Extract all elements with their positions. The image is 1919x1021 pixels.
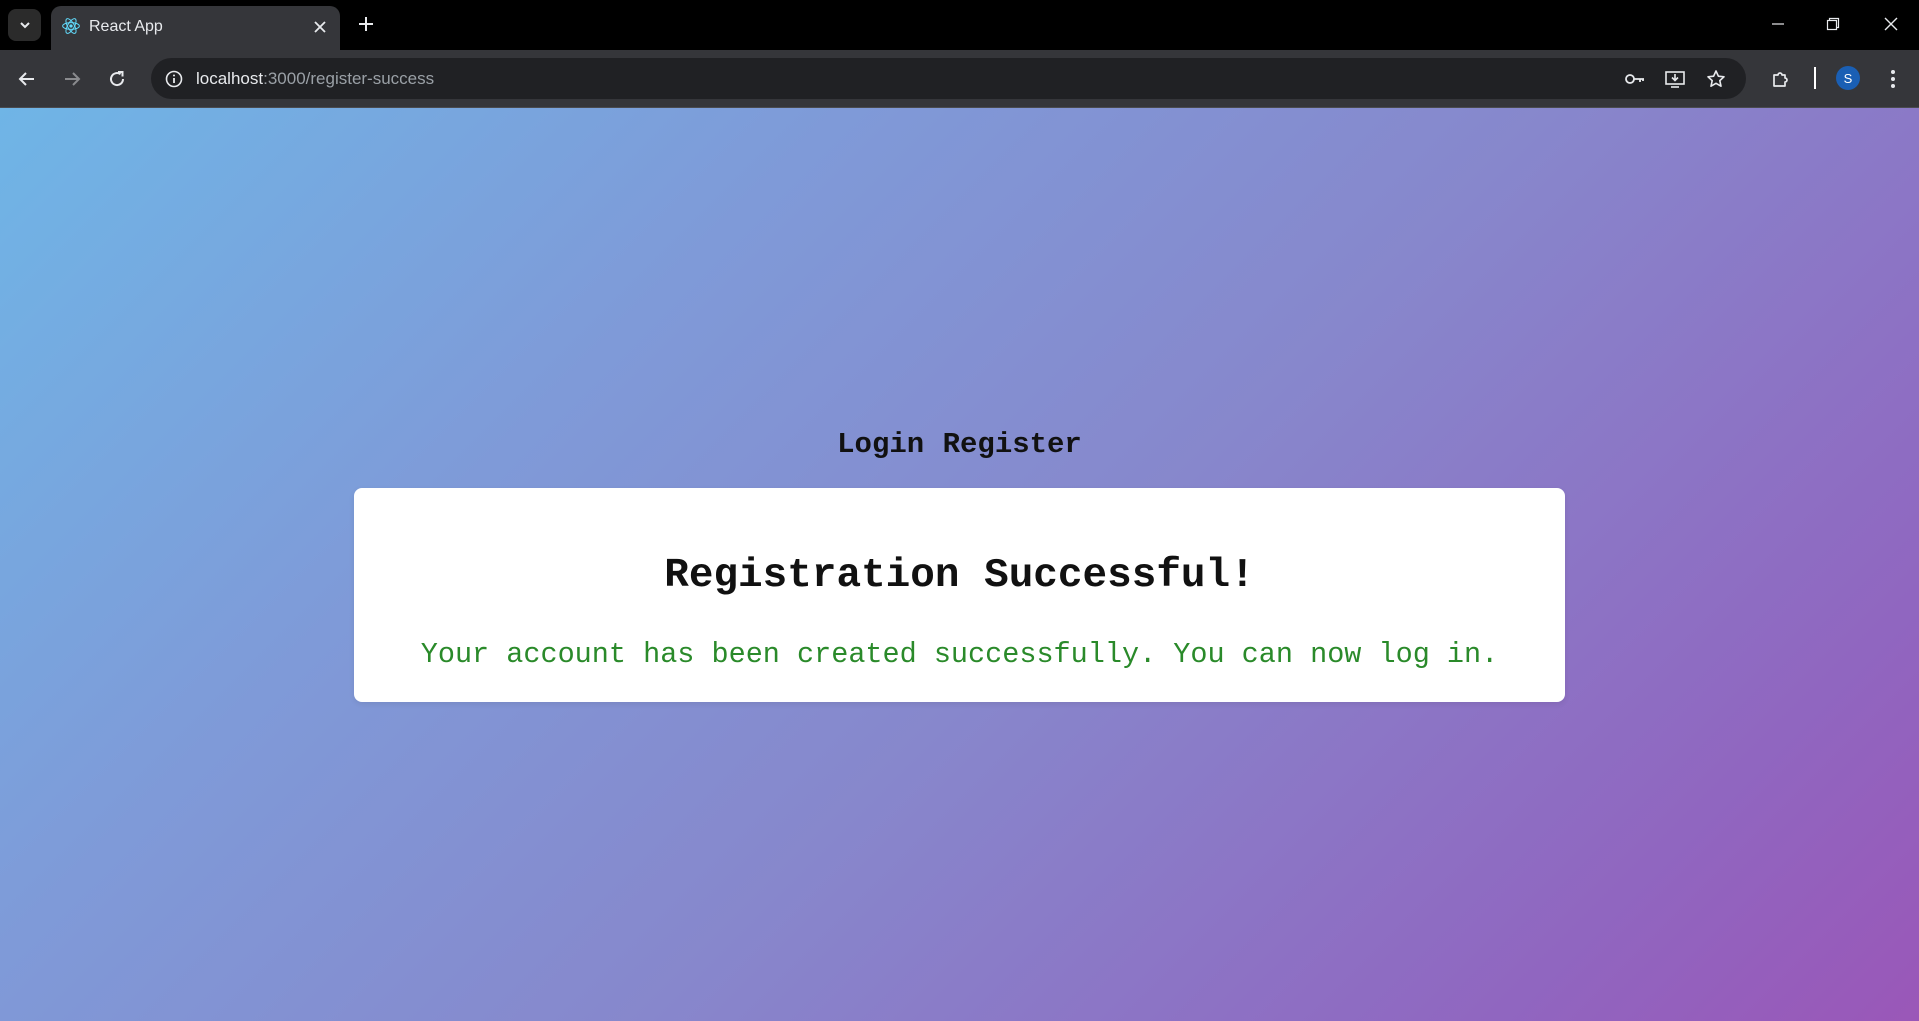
more-vertical-icon [1891, 70, 1895, 88]
forward-button[interactable] [56, 63, 88, 95]
browser-tab-strip: React App [0, 0, 1919, 50]
tab-search-button[interactable] [8, 9, 41, 41]
puzzle-icon [1773, 72, 1788, 87]
success-message: Your account has been created successful… [420, 638, 1499, 671]
browser-toolbar: localhost:3000/register-success [0, 50, 1919, 108]
chrome-menu-button[interactable] [1877, 63, 1909, 95]
react-logo-icon [62, 18, 80, 34]
close-icon [1884, 17, 1898, 31]
success-card: Registration Successful! Your account ha… [354, 488, 1565, 702]
arrow-left-icon [18, 72, 34, 86]
new-tab-button[interactable] [352, 10, 380, 38]
url-text: localhost:3000/register-success [196, 69, 434, 89]
bookmark-button[interactable] [1704, 67, 1728, 91]
plus-icon [359, 17, 373, 31]
chevron-down-icon [19, 22, 30, 29]
success-heading: Registration Successful! [664, 553, 1255, 599]
reload-icon [110, 71, 125, 87]
close-window-button[interactable] [1863, 0, 1919, 48]
site-info-button[interactable] [161, 66, 187, 92]
restore-button[interactable] [1805, 0, 1861, 48]
tab-react-app[interactable]: React App [51, 6, 340, 50]
install-app-button[interactable] [1663, 67, 1687, 91]
star-icon [1707, 70, 1725, 87]
tab-title: React App [89, 18, 163, 35]
minimize-icon [1772, 23, 1784, 25]
toolbar-divider [1814, 67, 1816, 89]
extensions-button[interactable] [1765, 63, 1797, 95]
register-link[interactable]: Register [943, 428, 1082, 461]
login-link[interactable]: Login [837, 428, 924, 461]
restore-icon [1826, 17, 1840, 31]
minimize-button[interactable] [1750, 0, 1806, 48]
tab-close-button[interactable] [308, 15, 332, 39]
password-key-button[interactable] [1623, 67, 1647, 91]
url-path: :3000/register-success [263, 69, 435, 88]
key-icon [1625, 74, 1644, 84]
info-icon [165, 70, 183, 88]
page-viewport: Login Register Registration Successful! … [0, 108, 1919, 1021]
close-icon [314, 21, 326, 33]
install-icon [1665, 71, 1685, 88]
back-button[interactable] [11, 63, 43, 95]
address-bar[interactable]: localhost:3000/register-success [151, 58, 1746, 99]
auth-nav: Login Register [0, 428, 1919, 461]
reload-button[interactable] [101, 63, 133, 95]
arrow-right-icon [65, 72, 81, 86]
profile-avatar[interactable]: S [1836, 66, 1860, 90]
url-host: localhost [196, 69, 264, 88]
